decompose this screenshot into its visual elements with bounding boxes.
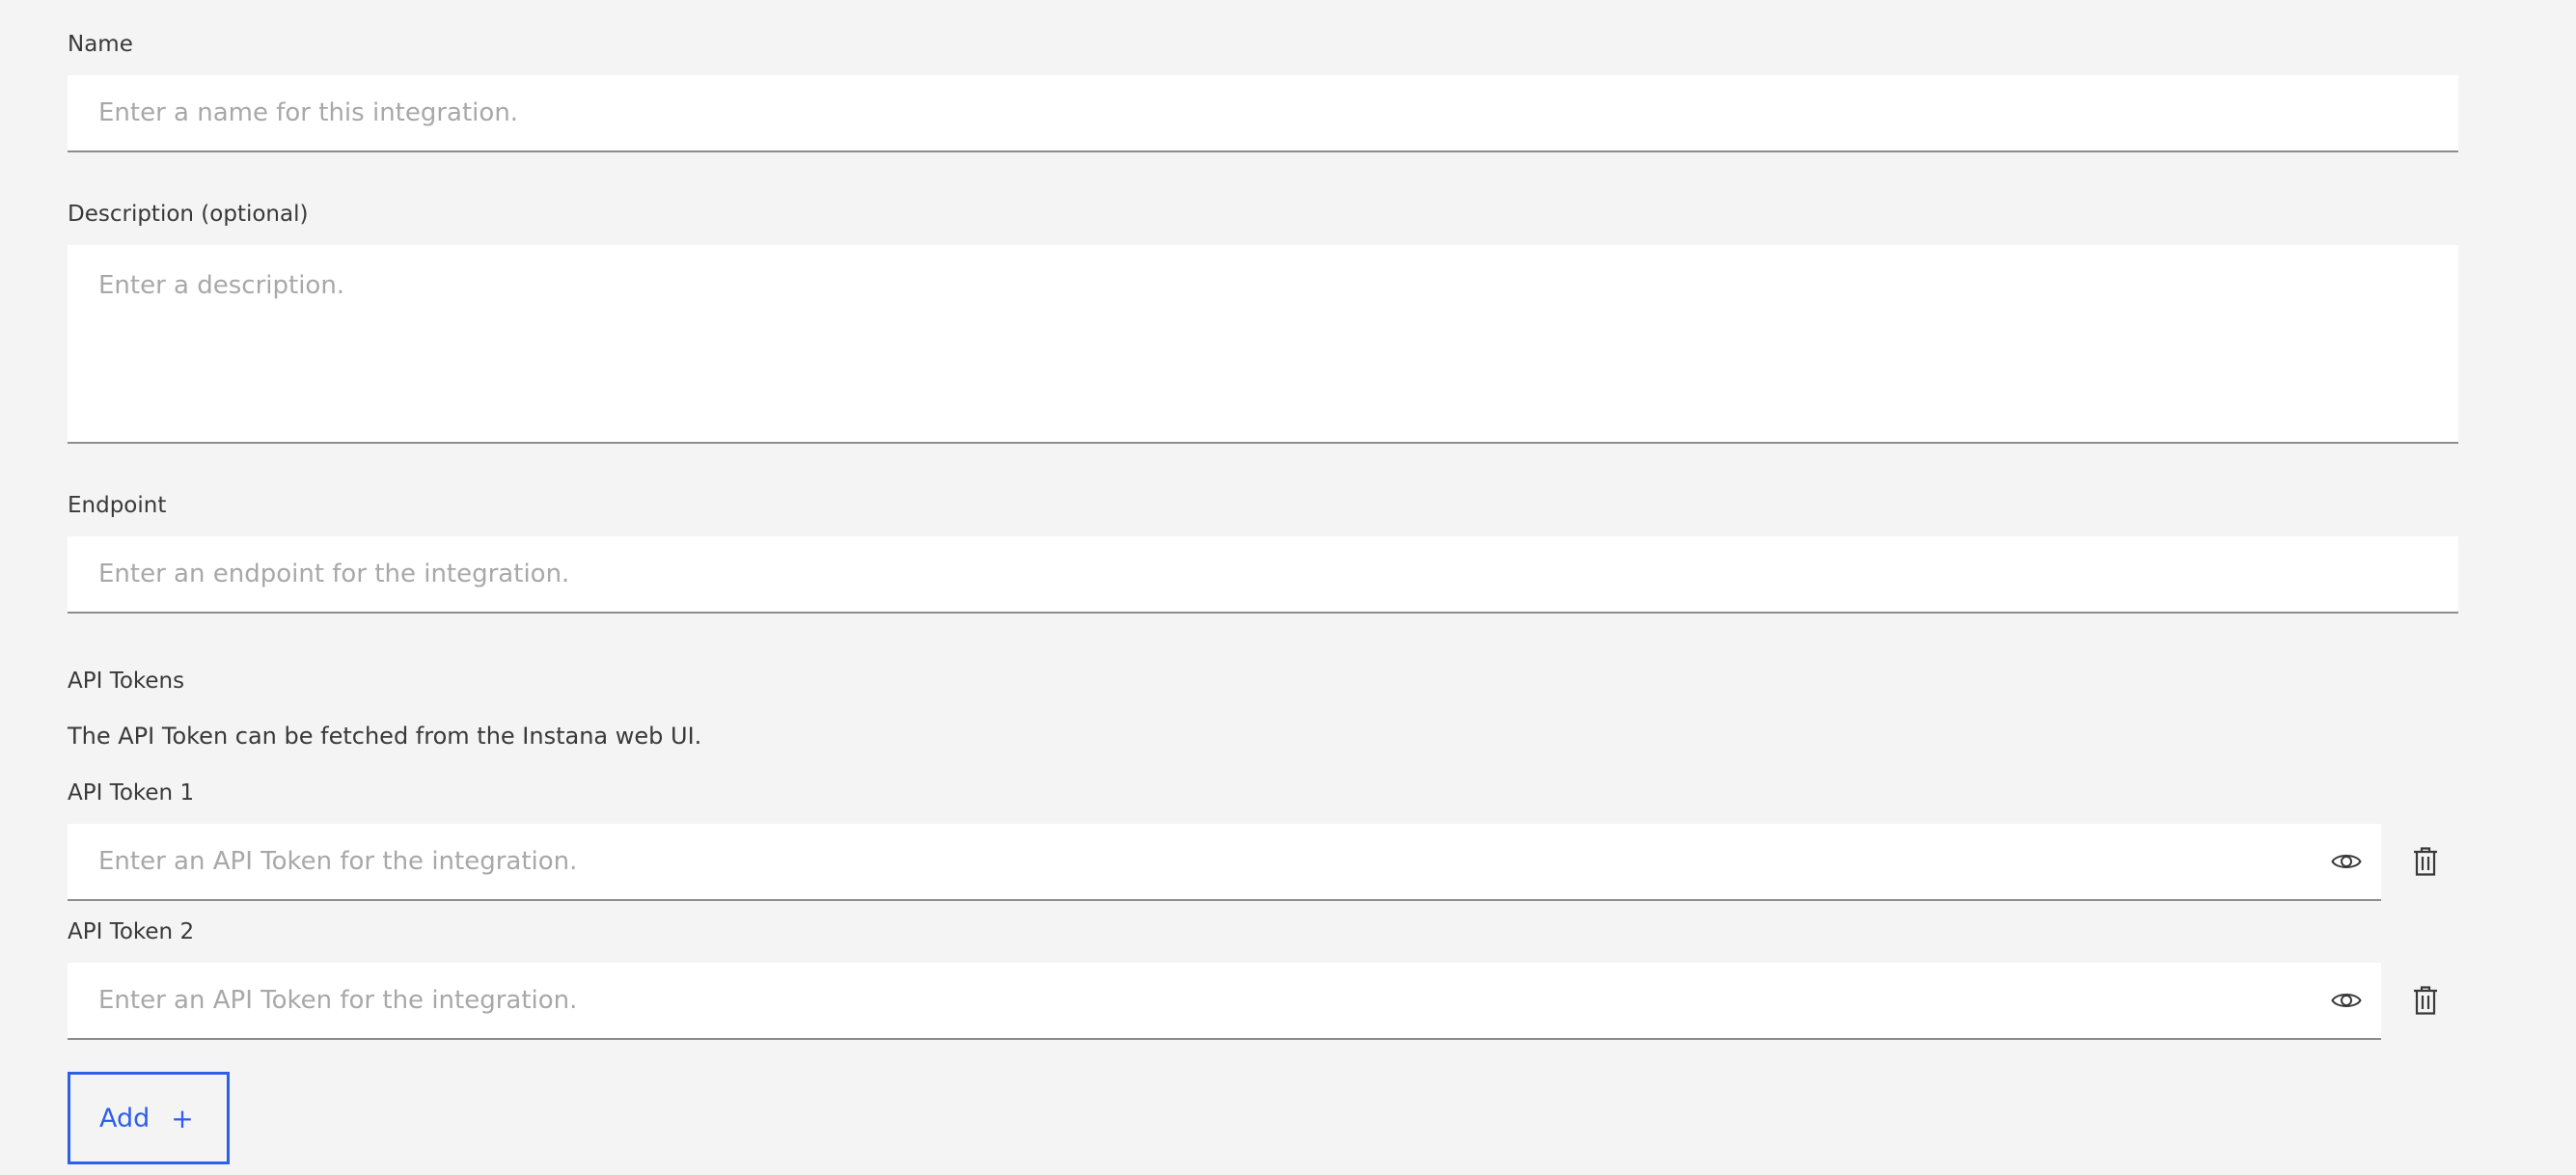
endpoint-input[interactable] bbox=[68, 536, 2458, 612]
api-token-1-visibility-toggle[interactable] bbox=[2325, 840, 2368, 883]
api-token-1-field-container bbox=[68, 824, 2381, 901]
endpoint-field-container bbox=[68, 536, 2458, 614]
trash-icon bbox=[2414, 847, 2437, 876]
api-token-1-delete-button[interactable] bbox=[2404, 840, 2447, 883]
api-token-1-label: API Token 1 bbox=[68, 780, 195, 806]
name-input[interactable] bbox=[68, 75, 2458, 150]
api-tokens-helper-text: The API Token can be fetched from the In… bbox=[68, 723, 702, 750]
description-field-container bbox=[68, 245, 2458, 444]
name-field-container bbox=[68, 75, 2458, 152]
api-tokens-heading: API Tokens bbox=[68, 669, 185, 694]
eye-icon bbox=[2331, 994, 2362, 1007]
endpoint-label: Endpoint bbox=[68, 493, 167, 518]
description-textarea[interactable] bbox=[68, 245, 2458, 442]
api-token-2-delete-button[interactable] bbox=[2404, 979, 2447, 1022]
eye-icon bbox=[2331, 855, 2362, 868]
name-label: Name bbox=[68, 32, 133, 57]
api-token-1-input[interactable] bbox=[68, 824, 2381, 899]
add-button-label: Add bbox=[99, 1103, 151, 1134]
description-label: Description (optional) bbox=[68, 202, 309, 227]
add-token-button[interactable]: Add + bbox=[68, 1072, 230, 1164]
trash-icon bbox=[2414, 986, 2437, 1015]
api-token-2-label: API Token 2 bbox=[68, 919, 195, 944]
api-token-2-input[interactable] bbox=[68, 963, 2381, 1038]
api-token-2-field-container bbox=[68, 963, 2381, 1040]
plus-icon: + bbox=[171, 1102, 194, 1134]
api-token-2-visibility-toggle[interactable] bbox=[2325, 979, 2368, 1022]
